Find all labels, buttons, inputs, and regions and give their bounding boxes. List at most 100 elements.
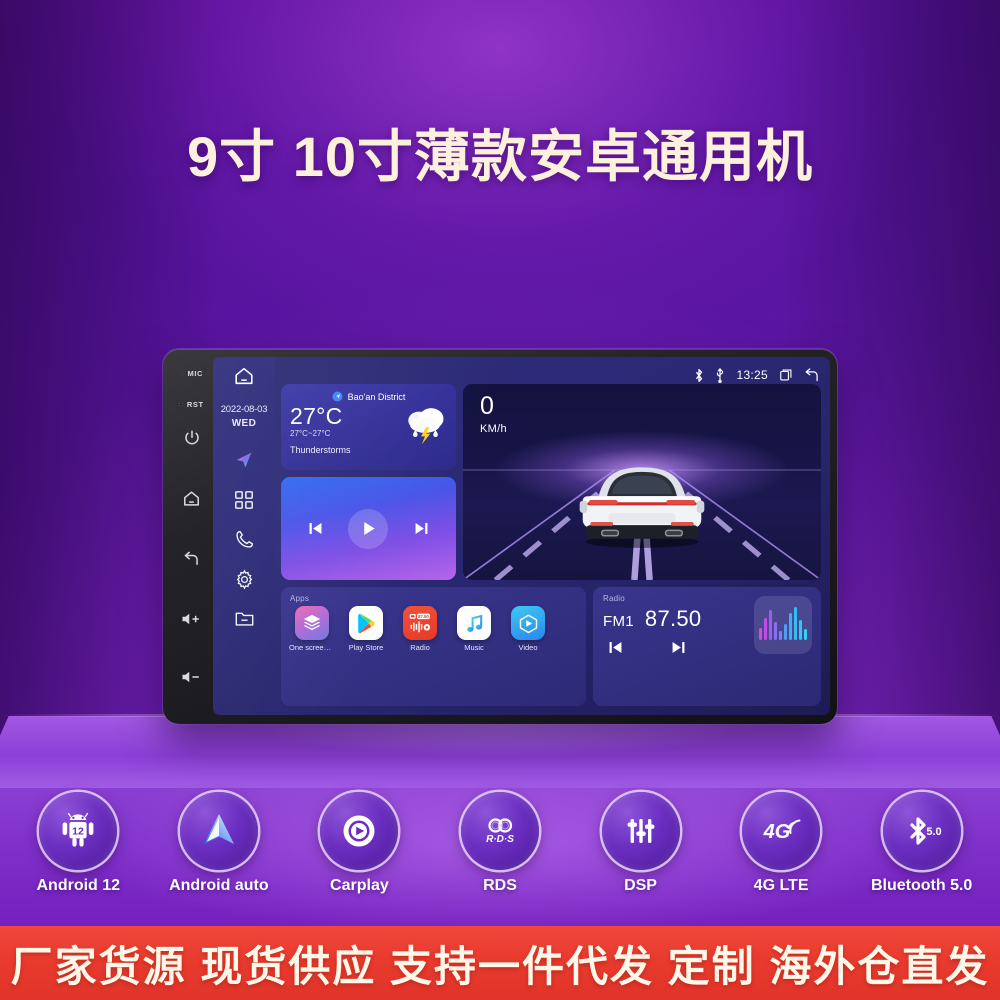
layers-icon-tile [295,606,329,640]
usb-icon [717,367,724,383]
4g-text: 4G [763,821,791,843]
app-radio[interactable]: 87.50 Radio [398,606,442,652]
app-label: Music [464,643,484,652]
dsp-badge-circle [601,792,680,870]
power-icon [184,430,199,445]
touchscreen[interactable]: 13:25 2022-08-03 WED Bao'an District 27°… [213,357,830,715]
speed-display: 0 KM/h [480,392,507,436]
video-icon [519,614,537,633]
feature-label: Android 12 [36,877,121,894]
phone-icon [235,531,253,548]
app-label: One screen in... [289,643,335,652]
android-robot-icon: 12 [62,812,94,847]
bluetooth-icon [696,368,703,382]
navigation-icon [236,452,252,468]
app-play-store[interactable]: Play Store [344,606,388,652]
sidebar-item-apps[interactable] [234,490,254,510]
back-hardware-button[interactable] [182,550,201,569]
reset-label: RST [186,400,204,409]
feature-badges: 12 Android 12 Android auto Carplay R·D·S… [0,792,1000,910]
driving-view-widget[interactable]: 0 KM/h [463,384,821,580]
app-one-screen[interactable]: One screen in... [289,606,335,652]
feature-label: RDS [483,877,517,894]
feature-4g-lte: 4G 4G LTE [722,792,840,895]
feature-dsp: DSP [582,792,700,895]
sidebar-date-value: 2022-08-03 [220,404,268,415]
weather-icon-wrap [402,402,448,451]
weather-location: Bao'an District [347,391,406,402]
carplay-badge-circle [320,792,399,870]
car-rear-image [579,467,705,548]
skip-previous-icon[interactable] [607,639,624,656]
play-store-icon [358,613,375,633]
radio-frequency: 87.50 [644,606,702,631]
android-badge-circle: 12 [39,792,118,870]
music-widget[interactable] [281,477,456,580]
music-icon-tile [457,606,491,640]
home-screen-content: Bao'an District 27°C 27°C~27°C Thunderst… [275,357,830,715]
sidebar-date: 2022-08-03 WED [221,404,268,430]
skip-previous-icon[interactable] [307,520,324,537]
sidebar-item-files[interactable] [234,609,255,628]
radio-icon-tile: 87.50 [403,606,437,640]
home-icon [235,367,253,385]
thunderstorm-icon [408,408,444,445]
play-button[interactable] [348,508,389,549]
location-globe-icon [332,391,343,402]
weather-widget[interactable]: Bao'an District 27°C 27°C~27°C Thunderst… [281,384,456,470]
app-music[interactable]: Music [452,606,496,652]
sidebar-item-settings[interactable] [234,569,255,590]
sidebar-weekday-value: WED [231,417,257,429]
rds-badge-circle: R·D·S [460,792,539,870]
app-label: Play Store [348,643,384,652]
4g-badge-circle: 4G [742,792,821,870]
apps-widget: Apps One screen in... [281,587,586,706]
feature-label: Bluetooth 5.0 [870,877,973,894]
files-folder-icon [235,612,253,626]
play-icon [364,522,375,535]
sidebar-item-navigation[interactable] [233,449,255,471]
platform-glow [0,714,1000,784]
skip-next-icon[interactable] [413,520,430,537]
promo-banner-text: 厂家货源 现货供应 支持一件代发 定制 海外仓直发 [10,942,990,990]
feature-bluetooth: 5.0 Bluetooth 5.0 [863,792,981,895]
feature-label: Android auto [169,877,269,894]
radio-widget[interactable]: Radio FM1 87.50 [593,587,821,706]
app-video[interactable]: Video [506,606,550,652]
video-icon-tile [511,606,545,640]
screen-sidebar: 2022-08-03 WED [213,357,275,715]
weather-location-row: Bao'an District [290,391,447,402]
back-icon [184,551,198,566]
power-button[interactable] [183,429,201,447]
bluetooth-version-text: 5.0 [926,826,941,838]
status-bar: 13:25 [694,365,820,385]
home-hardware-button[interactable] [182,489,201,508]
mic-dot-icon [179,371,184,376]
dsp-sliders-icon [627,819,654,843]
volume-down-button[interactable] [181,669,202,685]
mic-indicator: MIC [179,369,203,378]
settings-gear-icon [236,569,252,590]
bluetooth-icon: 5.0 [910,817,941,845]
back-icon[interactable] [804,367,820,383]
status-time: 13:25 [736,368,768,382]
equalizer-icon[interactable] [754,596,812,654]
android-auto-icon [203,814,234,844]
carplay-icon [343,815,375,847]
car-head-unit: MIC RST 13:25 2022-08-03 WED Bao'an Dist… [163,349,837,724]
layers-icon [303,614,321,631]
android-auto-badge-circle [179,792,258,870]
recents-icon[interactable] [779,368,793,382]
feature-label: 4G LTE [753,877,809,894]
sidebar-home-button[interactable] [233,365,255,392]
speed-unit: KM/h [480,423,507,435]
volume-up-button[interactable] [181,611,202,627]
apps-grid-icon [235,491,253,510]
sidebar-item-phone[interactable] [234,529,255,550]
reset-indicator[interactable]: RST [179,400,203,409]
app-grid: One screen in... Pl [289,606,577,652]
skip-next-icon[interactable] [670,639,687,656]
top-widget-row: Bao'an District 27°C 27°C~27°C Thunderst… [281,384,821,580]
feature-label: Carplay [330,877,389,894]
speed-value: 0 [480,392,494,420]
